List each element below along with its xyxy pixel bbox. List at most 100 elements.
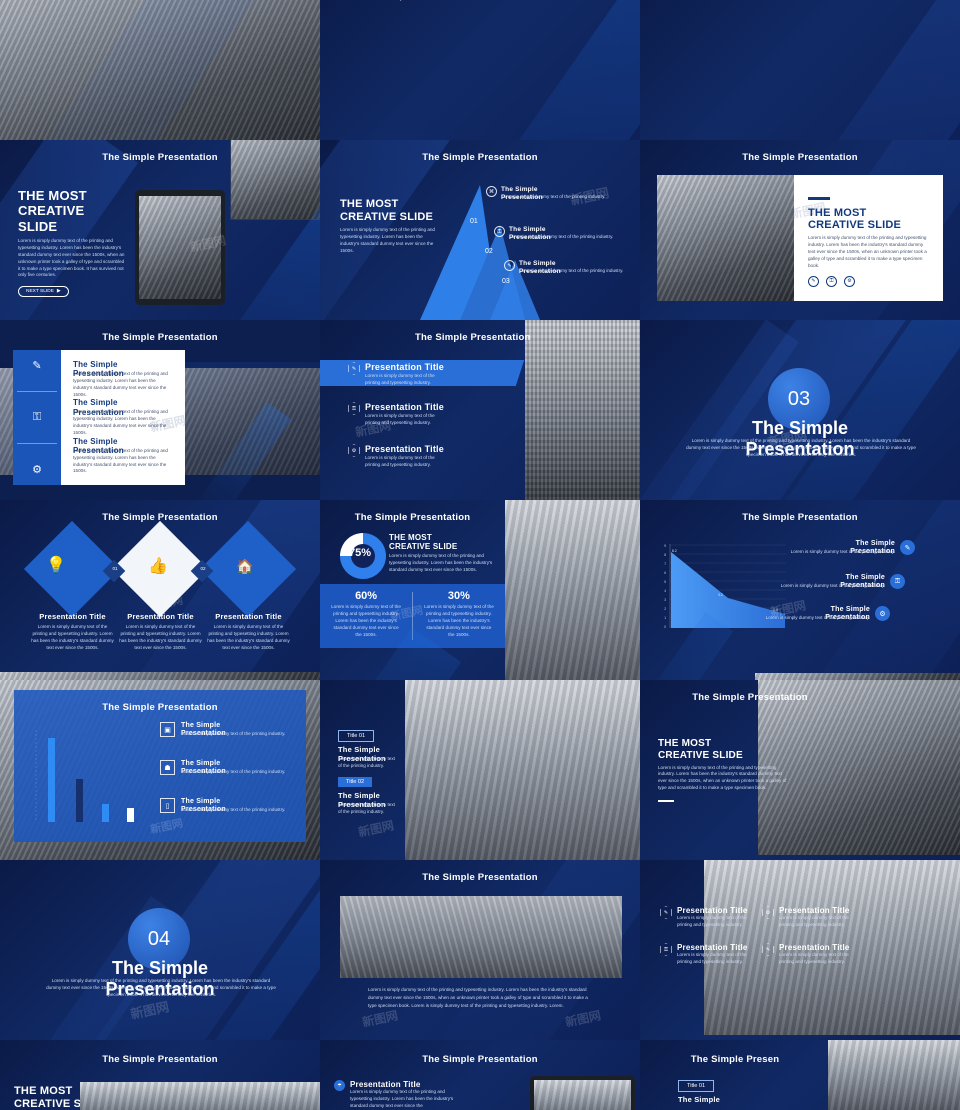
list-item[interactable]: ⚿ Presentation Title Lorem is simply dum… <box>348 402 450 426</box>
slide-s06-section-03[interactable]: 03 The Simple Presentation Lorem is simpl… <box>640 320 960 500</box>
item-body: Lorem is simply dummy text of the printi… <box>73 409 168 435</box>
gear-icon[interactable]: ⚙ <box>844 275 855 287</box>
city-photo <box>525 320 640 500</box>
item-body: Lorem is simply dummy text of the printi… <box>790 548 895 554</box>
slide-top-photo[interactable] <box>0 0 320 140</box>
list-item[interactable]: The Simple Presentation Lorem is simply d… <box>760 606 890 621</box>
slide-headline: THE MOST CREATIVE SLIDE <box>389 533 458 552</box>
slide-s07-diamonds[interactable]: The Simple Presentation 💡 👍 🏠 01 02 Pres… <box>0 500 320 680</box>
list-item[interactable]: ⚙ Presentation Title Lorem is simply dum… <box>348 444 450 468</box>
item-block[interactable]: Title 02 The Simple Presentation Lorem is… <box>338 770 398 815</box>
pencil-icon[interactable]: ✎ <box>900 540 915 556</box>
top-body: Lorem is simply dummy text of the printi… <box>368 0 478 3</box>
stat-block[interactable]: 60% Lorem is simply dummy text of the pr… <box>320 584 412 648</box>
grid-item[interactable]: ✎ Presentation Title Lorem is simply dum… <box>660 906 759 929</box>
item-body: Lorem is simply dummy text of the printi… <box>779 915 849 928</box>
pyramid-step[interactable]: ⚿ The Simple Presentation Lorem is simply… <box>494 226 614 241</box>
slide-row-2: The Simple Presentation ✎ ⚿ ⚙ The Simple… <box>0 320 960 500</box>
bridge-photo <box>340 896 622 978</box>
pencil-icon[interactable]: ✎ <box>32 359 41 372</box>
section-body: Lorem is simply dummy text of the printi… <box>686 438 916 457</box>
item-body: Lorem is simply dummy text of the printi… <box>677 952 747 965</box>
gear-icon[interactable]: ⚙ <box>32 463 42 476</box>
slide-s04-sidebar-list[interactable]: The Simple Presentation ✎ ⚿ ⚙ The Simple… <box>0 320 320 500</box>
pyramid-number-02: 02 <box>485 248 493 255</box>
lightbulb-icon: 💡 <box>46 557 66 574</box>
section-body: Lorem is simply dummy text of the printi… <box>46 978 276 997</box>
pyramid-number-01: 01 <box>470 218 478 225</box>
list-item[interactable]: ☗ The Simple Presentation Lorem is simply… <box>160 760 289 775</box>
list-item[interactable]: The Simple Presentation Lorem is simply d… <box>73 437 173 475</box>
pencil-icon: ✎ <box>660 906 672 919</box>
svg-text:3.2: 3.2 <box>718 593 723 597</box>
slide-row-1: The Simple Presentation THE MOST CREATIVE… <box>0 140 960 320</box>
list-item[interactable]: The Simple Presentation Lorem is simply d… <box>775 574 905 589</box>
pencil-icon[interactable]: ✎ <box>808 275 819 287</box>
icon-sidebar: ✎ ⚿ ⚙ <box>13 350 61 485</box>
list-item[interactable]: ▯ The Simple Presentation Lorem is simply… <box>160 798 289 813</box>
lock-icon[interactable]: ⚿ <box>890 574 905 590</box>
pin-icon: ⌘ <box>486 186 497 197</box>
slide-title: The Simple Presentation <box>422 152 538 163</box>
slide-s08-donut-stats[interactable]: The Simple Presentation 75% THE MOST CREA… <box>320 500 640 680</box>
item-title: Presentation Title <box>779 943 850 952</box>
slide-s14-bridge-photo[interactable]: The Simple Presentation Lorem is simply … <box>320 860 640 1040</box>
home-icon: 🏠 <box>236 558 254 574</box>
list-item[interactable]: The Simple Presentation Lorem is simply d… <box>73 360 173 398</box>
lock-icon: ⚿ <box>348 402 360 415</box>
slide-s01-device-intro[interactable]: The Simple Presentation THE MOST CREATIVE… <box>0 140 320 320</box>
list-item[interactable]: ▣ The Simple Presentation Lorem is simply… <box>160 722 289 737</box>
pyramid-step[interactable]: ⌘ The Simple Presentation Lorem is simply… <box>486 186 606 201</box>
list-item[interactable]: The Simple Presentation Lorem is simply d… <box>73 398 173 436</box>
item-body: Lorem is simply dummy text of the printi… <box>780 582 885 588</box>
item-block[interactable]: Title 01 The Simple Presentation Lorem is… <box>338 724 398 769</box>
item-body: Lorem is simply dummy text of the printi… <box>765 614 870 620</box>
accent-rule <box>808 197 830 200</box>
list-item[interactable]: ✎ Presentation Title Lorem is simply dum… <box>348 362 450 386</box>
mobile-icon: ▯ <box>160 798 175 814</box>
pencil-icon: ✎ <box>762 943 774 956</box>
list-item[interactable]: ☂ Presentation Title Lorem is simply dum… <box>334 1080 460 1110</box>
slide-top-cards[interactable]: Lorem is simply dummy text of the printi… <box>640 0 960 140</box>
slide-s02-pyramid[interactable]: The Simple Presentation THE MOST CREATIVE… <box>320 140 640 320</box>
slide-s17-bottom-mid[interactable]: The Simple Presentation ☂ Presentation T… <box>320 1040 640 1110</box>
slide-s09-funnel-chart[interactable]: The Simple Presentation 9 8 7 6 5 4 3 2 … <box>640 500 960 680</box>
slide-headline: THE MOST CREATIVE SLIDE <box>658 738 743 761</box>
umbrella-icon: ☂ <box>334 1080 345 1091</box>
slide-top-mobile[interactable]: ▯ The SimplePresentation Lorem is simply… <box>320 0 640 140</box>
diamond-caption: Presentation Title Lorem is simply dummy… <box>30 612 115 651</box>
slide-s16-bottom-left[interactable]: The Simple Presentation THE MOST CREATIVE… <box>0 1040 320 1110</box>
item-title: Presentation Title <box>350 1080 421 1089</box>
svg-text:1: 1 <box>664 616 666 620</box>
svg-text:3: 3 <box>664 598 666 602</box>
grid-item[interactable]: ⚙ Presentation Title Lorem is simply dum… <box>762 906 861 929</box>
list-item[interactable]: The Simple Presentation Lorem is simply d… <box>785 540 915 555</box>
slide-s15-quad-grid[interactable]: ✎ Presentation Title Lorem is simply dum… <box>640 860 960 1040</box>
gear-icon[interactable]: ⚙ <box>875 606 890 622</box>
item-body: Lorem is simply dummy text of the printi… <box>181 806 286 812</box>
lock-icon[interactable]: ⚿ <box>826 275 837 287</box>
svg-text:0: 0 <box>664 625 666 629</box>
slide-s05-city-list[interactable]: The Simple Presentation ✎ Presentation T… <box>320 320 640 500</box>
pyramid-step[interactable]: ✎ The Simple Presentation Lorem is simply… <box>504 260 624 275</box>
slide-s12-left-text-photo[interactable]: The Simple Presentation THE MOST CREATIVE… <box>640 680 960 860</box>
slide-s10-bars-icons[interactable]: The Simple Presentation ▣ The Simple Pres… <box>0 680 320 860</box>
slide-s13-section-04[interactable]: 04 The Simple Presentation Lorem is simpl… <box>0 860 320 1040</box>
grid-item[interactable]: ✎ Presentation Title Lorem is simply dum… <box>762 943 861 966</box>
item-body: Lorem is simply dummy text of the printi… <box>73 370 168 397</box>
stat-value: 60% <box>355 590 378 602</box>
svg-text:7: 7 <box>664 562 666 566</box>
item-title: Presentation Title <box>365 362 444 372</box>
building-photo <box>657 175 794 301</box>
item-title: Presentation Title <box>365 402 444 412</box>
svg-text:4: 4 <box>664 589 666 593</box>
lock-icon[interactable]: ⚿ <box>33 411 41 424</box>
next-slide-button[interactable]: NEXT SLIDE ▶ <box>18 286 69 298</box>
slide-s03-photo-card[interactable]: The Simple Presentation THE MOST CREATIVE… <box>640 140 960 320</box>
building-photo <box>758 680 960 855</box>
grid-item[interactable]: ⚿ Presentation Title Lorem is simply dum… <box>660 943 759 966</box>
stat-block[interactable]: 30% Lorem is simply dummy text of the pr… <box>413 584 505 648</box>
slide-s11-titles-photo[interactable]: Title 01 The Simple Presentation Lorem is… <box>320 680 640 860</box>
slide-title: The Simple Presentation <box>102 332 218 343</box>
slide-s18-bottom-right[interactable]: The Simple Presen Title 01 The Simple <box>640 1040 960 1110</box>
